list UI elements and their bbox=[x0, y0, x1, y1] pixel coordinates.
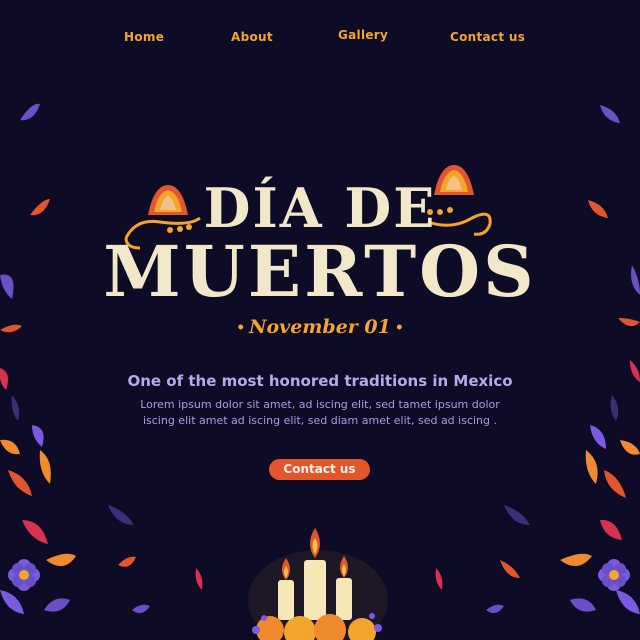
date-dot-right-icon: • bbox=[394, 320, 404, 336]
nav-home-link[interactable]: Home bbox=[124, 30, 164, 44]
candles-icon bbox=[248, 528, 388, 640]
date-text: November 01 bbox=[249, 316, 391, 338]
contact-us-button[interactable]: Contact us bbox=[269, 459, 370, 480]
nav-about-link[interactable]: About bbox=[231, 30, 273, 44]
top-nav: Home About Gallery Contact us bbox=[0, 28, 640, 50]
right-flower-icon bbox=[598, 559, 630, 591]
hero-tagline: One of the most honored traditions in Me… bbox=[127, 372, 513, 390]
nav-gallery-link[interactable]: Gallery bbox=[338, 28, 388, 42]
hero-date: • November 01 • bbox=[0, 316, 640, 338]
hero-body-text: Lorem ipsum dolor sit amet, ad iscing el… bbox=[140, 398, 500, 427]
hero-title-line2: MUERTOS bbox=[103, 230, 537, 313]
left-flower-icon bbox=[8, 559, 40, 591]
date-dot-left-icon: • bbox=[236, 320, 246, 336]
nav-contact-link[interactable]: Contact us bbox=[450, 30, 525, 44]
